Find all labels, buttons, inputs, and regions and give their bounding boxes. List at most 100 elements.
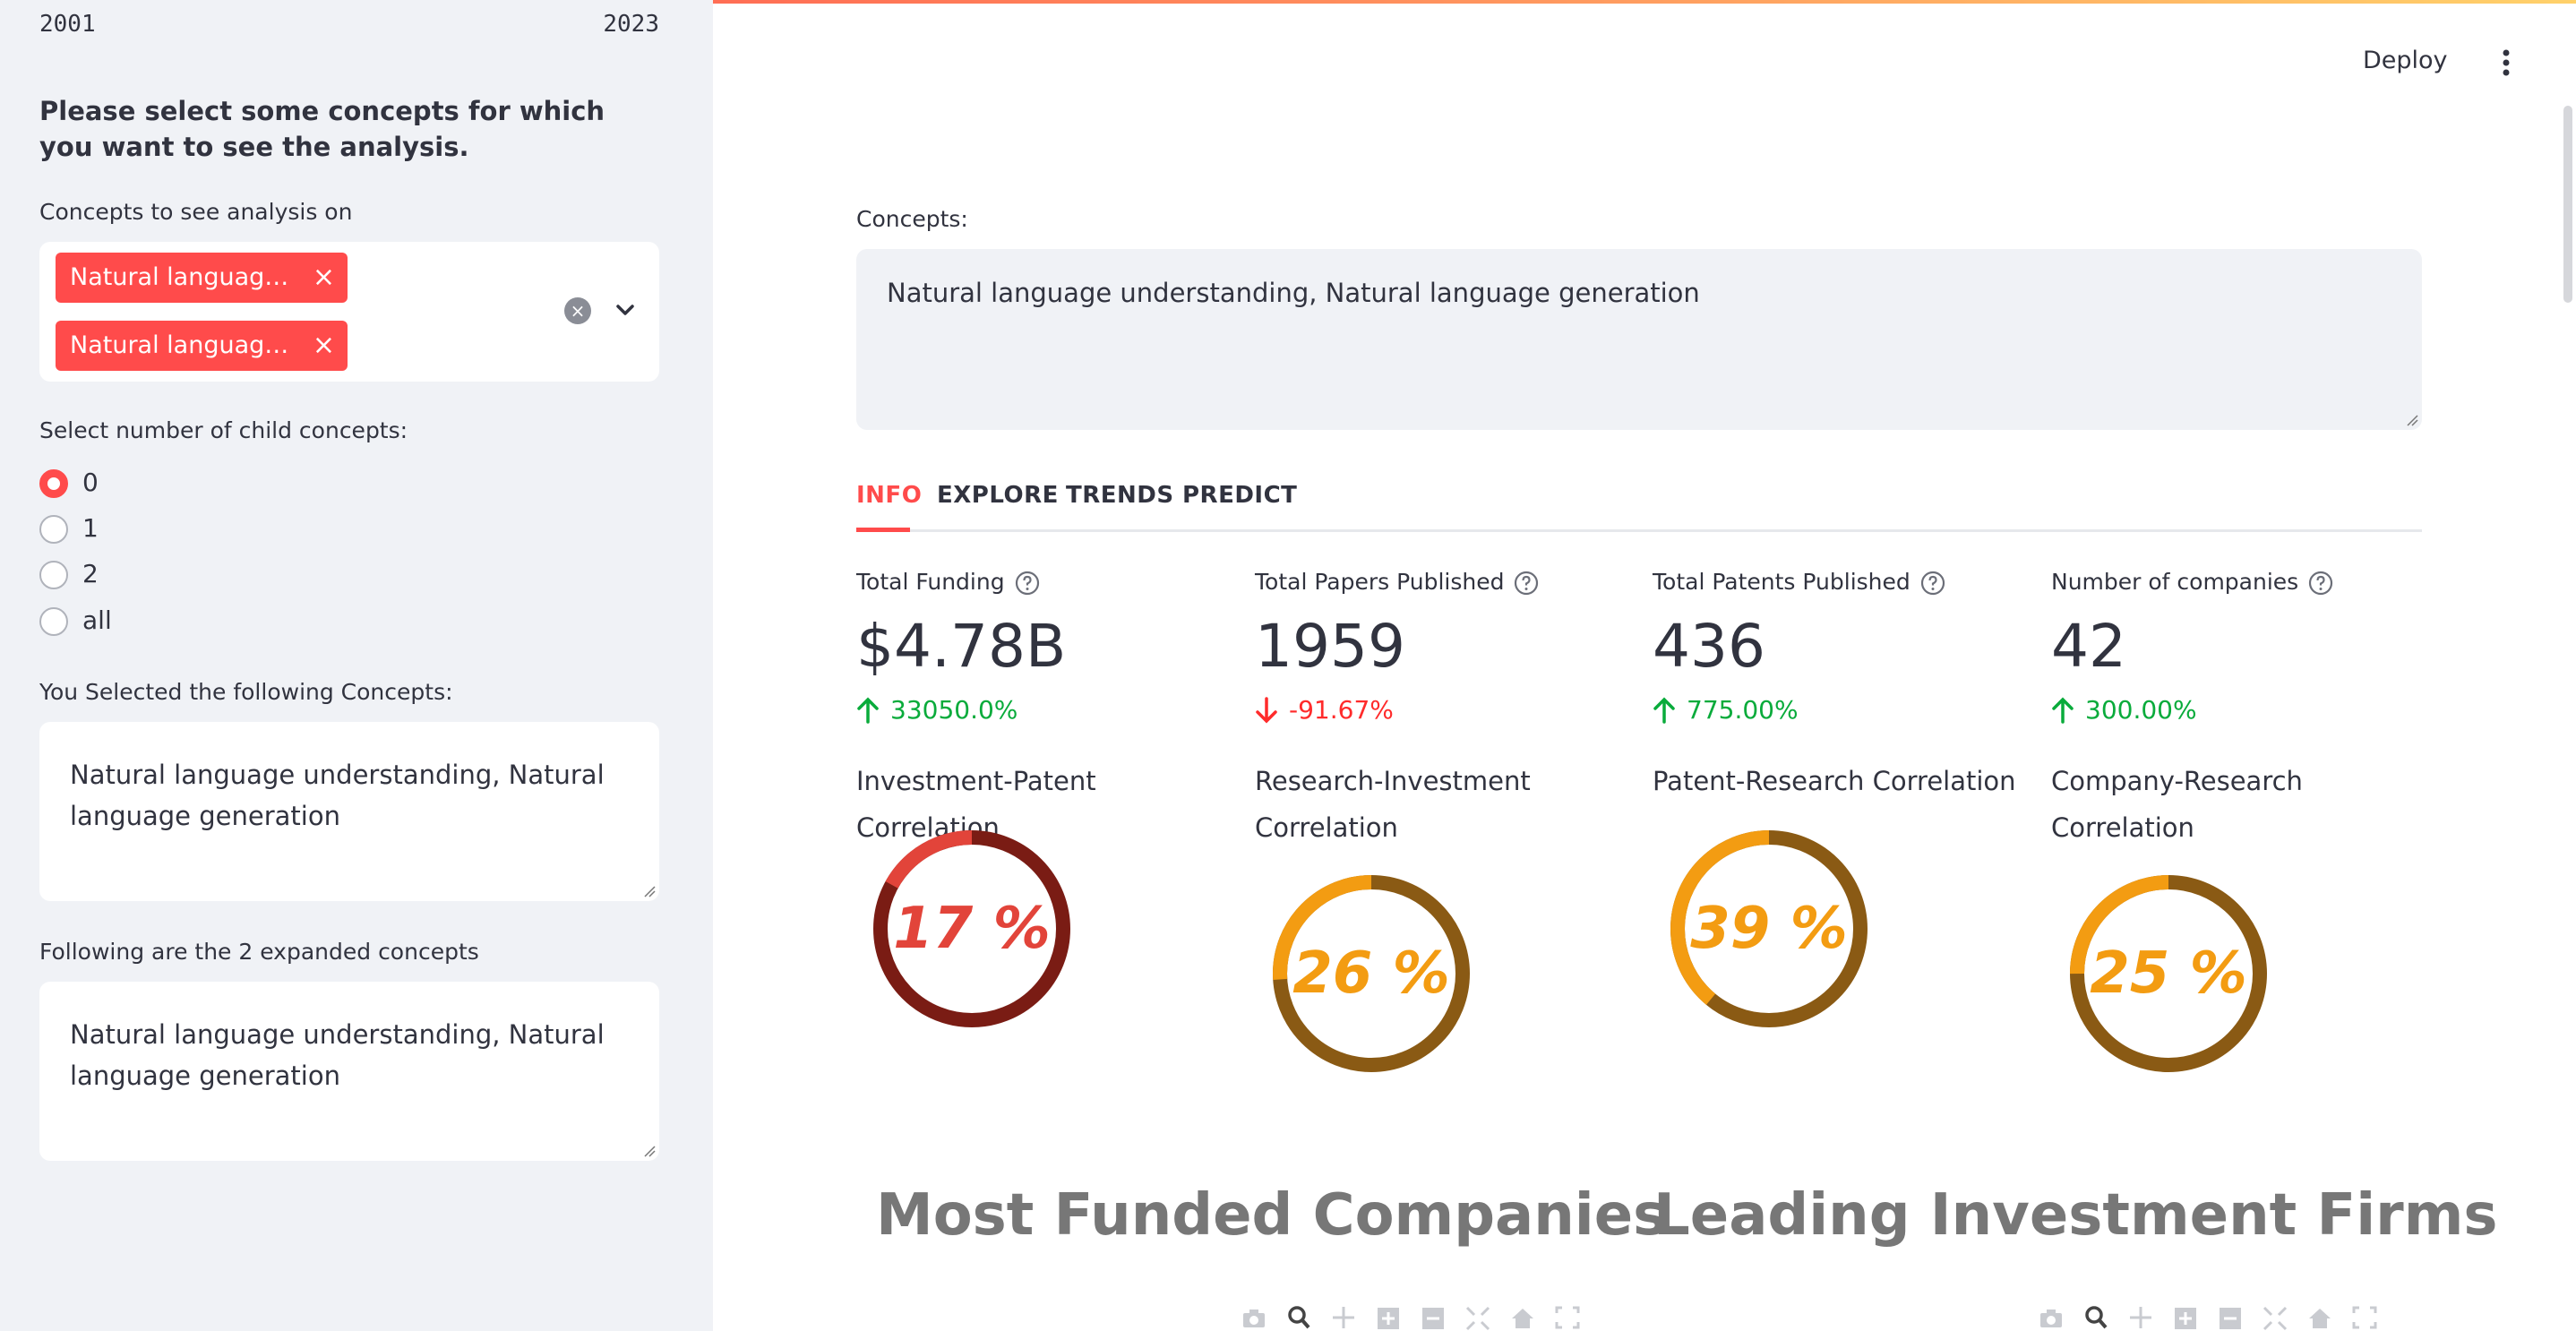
radio-button[interactable] [39, 607, 68, 636]
metric-delta: 33050.0% [856, 695, 1250, 725]
concept-chip[interactable]: Natural languag… × [56, 253, 348, 303]
metric-label: Total Patents Published [1653, 569, 1911, 595]
metric-value: 1959 [1255, 612, 1405, 681]
zoom-in-icon[interactable] [1374, 1304, 1403, 1331]
tab-trends[interactable]: TRENDS [1066, 482, 1174, 509]
kebab-icon[interactable] [2492, 47, 2520, 79]
concepts-label: Concepts: [856, 206, 968, 232]
home-icon[interactable] [1508, 1304, 1537, 1331]
metric-delta-value: -91.67% [1289, 695, 1394, 725]
autoscale-icon[interactable] [1464, 1304, 1492, 1331]
close-icon[interactable]: × [313, 253, 335, 303]
expanded-concepts-text: Natural language understanding, Natural … [70, 1019, 605, 1091]
resize-handle-icon[interactable] [643, 1145, 656, 1157]
metric-delta: 775.00% [1653, 695, 2047, 725]
donut-percent: 25 % [2090, 940, 2247, 1007]
correlation-donut: 39 % [1666, 826, 1872, 1032]
plot-toolbar [1240, 1304, 1582, 1331]
plot-toolbar [2037, 1304, 2379, 1331]
sidebar-heading: Please select some concepts for which yo… [39, 96, 605, 162]
zoom-icon[interactable] [1284, 1304, 1313, 1331]
tab-info[interactable]: INFO [856, 482, 922, 509]
active-tab-indicator [856, 528, 910, 532]
radio-button[interactable] [39, 515, 68, 544]
tab-bar: INFO EXPLORE TRENDS PREDICT [856, 475, 2422, 532]
correlation-title: Research-Investment Correlation [1255, 766, 1531, 843]
tab-predict[interactable]: PREDICT [1182, 482, 1297, 509]
metric-number-of-companies: Number of companies 42 300.00% [2051, 566, 2445, 725]
zoom-icon[interactable] [2082, 1304, 2110, 1331]
radio-button[interactable] [39, 561, 68, 589]
arrow-up-icon [1653, 697, 1675, 724]
metric-label: Total Papers Published [1255, 569, 1505, 595]
concepts-text: Natural language understanding, Natural … [887, 278, 1700, 308]
arrow-up-icon [857, 697, 879, 724]
correlation-donut: 26 % [1268, 871, 1474, 1077]
chip-label: Natural languag… [70, 263, 289, 291]
slider-min-value: 2001 [39, 11, 96, 38]
help-circle-icon[interactable] [2307, 570, 2334, 597]
selected-concepts-textarea[interactable]: Natural language understanding, Natural … [39, 722, 659, 901]
tab-explore[interactable]: EXPLORE [937, 482, 1059, 509]
concept-chip[interactable]: Natural languag… × [56, 321, 348, 371]
resize-handle-icon[interactable] [2406, 414, 2418, 426]
chip-label: Natural languag… [70, 331, 289, 359]
pan-icon[interactable] [2126, 1304, 2155, 1331]
clear-icon[interactable]: × [564, 297, 591, 324]
chevron-down-icon[interactable] [609, 294, 641, 326]
fullscreen-icon[interactable] [1553, 1304, 1582, 1331]
leading-investment-firms-title: Leading Investment Firms [1653, 1182, 2498, 1249]
camera-icon[interactable] [2037, 1304, 2065, 1331]
child-concepts-label: Select number of child concepts: [39, 417, 408, 443]
sidebar: 2001 2023 Please select some concepts fo… [0, 0, 713, 1331]
fullscreen-icon[interactable] [2350, 1304, 2379, 1331]
radio-label: 2 [82, 559, 99, 588]
correlation-title: Patent-Research Correlation [1653, 766, 2016, 796]
concepts-multiselect[interactable]: Natural languag… × Natural languag… × × [39, 242, 659, 382]
metric-value: 42 [2051, 612, 2126, 681]
radio-button[interactable] [39, 469, 68, 498]
donut-percent: 26 % [1292, 940, 1450, 1007]
metric-delta: 300.00% [2051, 695, 2445, 725]
radio-label: all [82, 605, 112, 635]
help-circle-icon[interactable] [1513, 570, 1540, 597]
selected-concepts-label: You Selected the following Concepts: [39, 679, 453, 705]
zoom-out-icon[interactable] [2216, 1304, 2245, 1331]
donut-percent: 17 % [893, 896, 1051, 962]
scrollbar[interactable] [2563, 106, 2572, 303]
pan-icon[interactable] [1329, 1304, 1358, 1331]
metric-delta-value: 300.00% [2085, 695, 2197, 725]
concepts-textarea[interactable]: Natural language understanding, Natural … [856, 249, 2422, 430]
metric-total-papers: Total Papers Published 1959 -91.67% [1255, 566, 1649, 725]
close-icon[interactable]: × [313, 321, 335, 371]
concepts-multiselect-label: Concepts to see analysis on [39, 199, 353, 225]
metric-delta: -91.67% [1255, 695, 1649, 725]
metric-value: $4.78B [856, 612, 1067, 681]
zoom-in-icon[interactable] [2171, 1304, 2200, 1331]
correlation-donut: 17 % [869, 826, 1075, 1032]
arrow-up-icon [2052, 697, 2074, 724]
camera-icon[interactable] [1240, 1304, 1268, 1331]
metric-total-patents: Total Patents Published 436 775.00% [1653, 566, 2047, 725]
metric-value: 436 [1653, 612, 1765, 681]
home-icon[interactable] [2306, 1304, 2334, 1331]
metric-label: Number of companies [2051, 569, 2299, 595]
arrow-down-icon [1256, 696, 1277, 723]
metric-delta-value: 33050.0% [890, 695, 1018, 725]
help-circle-icon[interactable] [1919, 570, 1946, 597]
resize-handle-icon[interactable] [643, 885, 656, 897]
zoom-out-icon[interactable] [1419, 1304, 1447, 1331]
radio-label: 0 [82, 468, 99, 497]
correlation-donut: 25 % [2065, 871, 2271, 1077]
metric-label: Total Funding [856, 569, 1005, 595]
expanded-concepts-textarea[interactable]: Natural language understanding, Natural … [39, 982, 659, 1161]
autoscale-icon[interactable] [2261, 1304, 2289, 1331]
help-circle-icon[interactable] [1014, 570, 1041, 597]
expanded-concepts-label: Following are the 2 expanded concepts [39, 939, 479, 965]
correlation-title: Company-Research Correlation [2051, 766, 2303, 843]
selected-concepts-text: Natural language understanding, Natural … [70, 760, 605, 831]
most-funded-companies-title: Most Funded Companies [876, 1182, 1668, 1249]
deploy-button[interactable]: Deploy [2363, 47, 2448, 74]
slider-max-value: 2023 [603, 11, 659, 38]
donut-percent: 39 % [1690, 896, 1848, 962]
